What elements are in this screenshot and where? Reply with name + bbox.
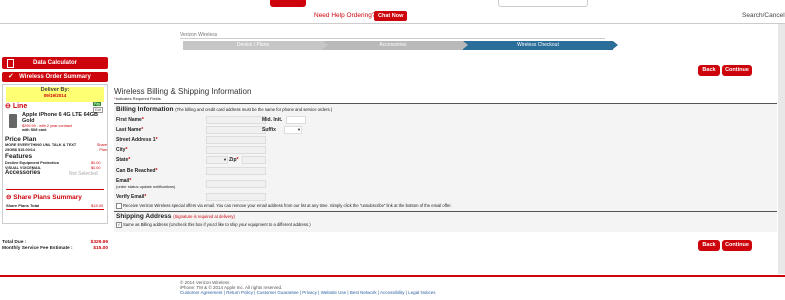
shipping-note: (Signature is required at delivery) <box>173 214 235 219</box>
checkout-steps: Device / Plans Accessories Wireless Chec… <box>183 41 618 50</box>
order-summary-header: ✓ Wireless Order Summary <box>2 72 108 82</box>
remove-line-icon[interactable]: ⊖ <box>5 103 11 110</box>
top-nav-tab[interactable] <box>270 0 306 7</box>
verizon-check-icon: ✓ <box>8 73 14 80</box>
special-offers-text: Receive Verizon Wireless special offers … <box>123 203 452 208</box>
state-label: State* <box>116 157 131 163</box>
line-label: Line <box>12 103 28 110</box>
can-be-reached-label: Can Be Reached* <box>116 168 158 174</box>
chat-now-button[interactable]: Chat Now <box>374 11 408 21</box>
features-heading: Features <box>5 153 33 160</box>
first-name-input[interactable] <box>206 116 266 124</box>
breadcrumb-divider <box>180 38 605 39</box>
price-plan-heading: Price Plan <box>5 136 37 143</box>
street-input[interactable] <box>206 136 266 144</box>
billing-heading: Billing Information <box>116 106 174 113</box>
city-input[interactable] <box>206 146 266 154</box>
step-arrow-icon <box>613 41 618 49</box>
required-note: *Indicates Required Fields <box>114 96 161 101</box>
dropdown-arrow-icon: ▼ <box>223 157 227 162</box>
deliver-by-box: Deliver By: 09/19/2014 <box>6 87 104 102</box>
device-name: Apple iPhone 6 4G LTE 64GB Gold <box>22 112 98 124</box>
search-cancel-link[interactable]: Search/Cancel <box>742 12 785 19</box>
dropdown-arrow-icon: ▼ <box>297 127 301 132</box>
monthly-fee-value: $15.00 <box>93 246 108 251</box>
back-button-bottom[interactable]: Back <box>698 240 720 251</box>
zip-input[interactable] <box>242 156 266 164</box>
share-plans-total-value: $15.00 <box>91 203 104 208</box>
total-due-label: Total Due : <box>2 240 27 245</box>
same-as-billing-checkbox[interactable]: ✓ <box>116 222 122 228</box>
last-name-input[interactable] <box>206 126 266 134</box>
email-input[interactable] <box>206 180 266 188</box>
back-button-top[interactable]: Back <box>698 65 720 76</box>
suffix-label: Suffix <box>262 127 276 133</box>
summary-divider <box>6 209 104 210</box>
step-device-plans[interactable]: Device / Plans <box>183 41 323 50</box>
verify-email-input[interactable] <box>206 193 266 201</box>
order-summary-box: Deliver By: 09/19/2014 ⊖ Line Pay Edit A… <box>2 84 108 224</box>
state-select[interactable]: ▼ <box>206 156 228 164</box>
sim-card-note: with SIM card <box>22 128 47 132</box>
city-label: City* <box>116 147 128 153</box>
data-calculator-button[interactable]: Data Calculator <box>2 57 108 69</box>
remove-share-plan-icon[interactable]: ⊖ <box>6 194 11 201</box>
footer: © 2014 Verizon Wireless iPhone: TM & © 2… <box>180 280 435 295</box>
continue-button-top[interactable]: Continue <box>722 65 752 76</box>
step-arrow-icon <box>323 41 328 49</box>
totals: Total Due : $329.99 Monthly Service Fee … <box>2 240 108 264</box>
pay-badge: Pay <box>93 102 102 106</box>
first-name-label: First Name* <box>116 117 144 123</box>
iphone-image <box>9 114 17 128</box>
billing-heading-row: Billing Information (The billing and cre… <box>116 106 332 113</box>
verify-email-label: Verify Email* <box>116 194 147 200</box>
footer-divider <box>0 275 785 277</box>
page-scrollbar[interactable] <box>778 24 785 274</box>
line-heading: ⊖ Line <box>5 102 27 110</box>
same-as-billing-text: Same as Billing address (Uncheck this bo… <box>123 222 311 227</box>
footer-links[interactable]: Customer Agreement | Return Policy | Cus… <box>180 290 435 295</box>
shipping-heading-row: Shipping Address (Signature is required … <box>116 213 235 220</box>
order-summary-title: Wireless Order Summary <box>19 74 91 80</box>
top-search-box[interactable] <box>498 0 588 7</box>
feature-price: $0.00 <box>91 166 101 170</box>
special-offers-checkbox[interactable] <box>116 203 122 209</box>
zip-label: Zip* <box>229 157 239 163</box>
total-due-value: $329.99 <box>90 240 108 245</box>
mid-init-label: Mid. Init. <box>262 117 283 123</box>
step-wireless-checkout: Wireless Checkout <box>463 41 613 50</box>
page-title: Wireless Billing & Shipping Information <box>114 87 252 96</box>
header-divider <box>0 23 785 24</box>
phone-input[interactable] <box>206 167 266 175</box>
help-ordering-text: Need Help Ordering? <box>314 12 376 19</box>
email-note: (order status update notifications) <box>116 184 176 189</box>
street-label: Street Address 1* <box>116 137 158 143</box>
step-arrow-icon <box>463 41 468 49</box>
suffix-select[interactable]: ▼ <box>284 126 302 134</box>
feature-name: Decline Equipment Protection <box>5 161 60 165</box>
order-sidebar: Data Calculator ✓ Wireless Order Summary… <box>2 57 108 264</box>
deliver-by-date: 09/19/2014 <box>43 93 67 98</box>
accessories-label: Accessories <box>5 170 41 176</box>
monthly-fee-label: Monthly Service Fee Estimate : <box>2 246 73 251</box>
shipping-heading: Shipping Address <box>116 213 172 220</box>
step-accessories[interactable]: Accessories <box>323 41 463 50</box>
accessories-value: Not Selected <box>69 171 98 177</box>
mid-init-input[interactable] <box>286 116 306 124</box>
summary-divider <box>6 189 104 190</box>
billing-note: (The billing and credit card address mus… <box>175 107 333 112</box>
share-plans-total-label: Share Plans Total <box>6 203 40 208</box>
share-plans-summary-label: Share Plans Summary <box>13 194 82 201</box>
data-calculator-label: Data Calculator <box>32 60 77 66</box>
share-plans-summary-title: ⊖ Share Plans Summary <box>6 193 82 201</box>
calculator-icon <box>7 59 14 68</box>
continue-button-bottom[interactable]: Continue <box>722 240 752 251</box>
share-plan-label: Share Plan <box>96 143 107 152</box>
last-name-label: Last Name* <box>116 127 144 133</box>
plan-name: MORE EVERYTHING UNL TALK & TEXT 25GB$ $1… <box>5 143 77 152</box>
feature-price: $0.00 <box>91 161 101 165</box>
required-note-text: Indicates Required Fields <box>115 96 161 101</box>
